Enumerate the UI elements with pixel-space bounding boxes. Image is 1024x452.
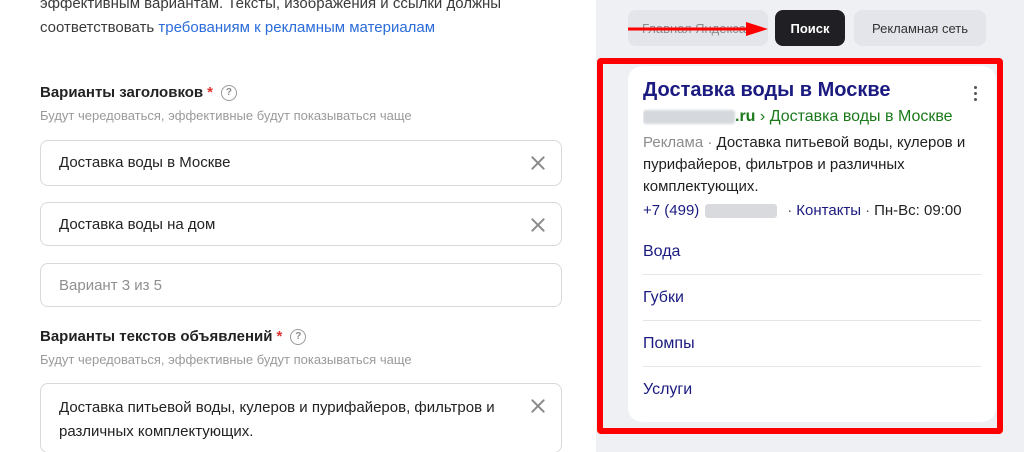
ad-contacts-line: +7 (499) · Контакты · Пн-Вс: 09:00 <box>643 202 962 219</box>
help-icon[interactable]: ? <box>220 84 237 101</box>
url-path: Доставка воды в Москве <box>769 108 953 125</box>
headline-input-2[interactable]: Доставка воды на дом <box>40 202 562 246</box>
tab-ad-network[interactable]: Рекламная сеть <box>854 10 986 46</box>
ad-form: эффективным вариантам. Тексты, изображен… <box>0 0 596 452</box>
headline-value-1: Доставка воды в Москве <box>59 154 231 171</box>
texts-title: Варианты текстов объявлений * ? <box>40 328 307 345</box>
domain-extension: .ru <box>735 108 756 125</box>
clear-icon[interactable] <box>529 216 547 234</box>
texts-hint: Будут чередоваться, эффективные будут по… <box>40 352 412 367</box>
ad-text-input-1[interactable]: Доставка питьевой воды, кулеров и пурифа… <box>40 383 562 452</box>
help-icon[interactable]: ? <box>290 328 307 345</box>
headlines-hint: Будут чередоваться, эффективные будут по… <box>40 108 412 123</box>
tab-search[interactable]: Поиск <box>775 10 845 46</box>
headlines-title: Варианты заголовков * ? <box>40 84 237 101</box>
ad-text-value-1: Доставка питьевой воды, кулеров и пурифа… <box>59 399 495 440</box>
url-separator: › <box>759 108 766 125</box>
sitelink-water[interactable]: Вода <box>643 229 981 275</box>
requirements-link[interactable]: требованиям к рекламным материалам <box>158 19 435 36</box>
texts-title-text: Варианты текстов объявлений <box>40 328 273 345</box>
sitelink-services[interactable]: Услуги <box>643 367 981 413</box>
clear-icon[interactable] <box>529 397 547 415</box>
more-options-icon[interactable] <box>974 86 978 102</box>
clear-icon[interactable] <box>529 154 547 172</box>
headline-input-1[interactable]: Доставка воды в Москве <box>40 140 562 186</box>
form-intro: эффективным вариантам. Тексты, изображен… <box>40 0 580 40</box>
ad-preview-panel: Главная Яндекса Поиск Рекламная сеть Дос… <box>596 0 1024 452</box>
required-mark: * <box>207 84 213 101</box>
headline-value-2: Доставка воды на дом <box>59 216 216 233</box>
ad-description: Реклама · Доставка питьевой воды, кулеро… <box>643 132 983 198</box>
ad-label: Реклама · <box>643 134 713 151</box>
phone-prefix[interactable]: +7 (499) <box>643 202 699 219</box>
ad-url[interactable]: .ru › Доставка воды в Москве <box>643 108 983 126</box>
working-hours: Пн-Вс: 09:00 <box>874 202 962 219</box>
hidden-domain <box>643 109 735 124</box>
hidden-phone <box>705 204 778 219</box>
contacts-link[interactable]: Контакты <box>796 202 861 219</box>
headline-input-3[interactable]: Вариант 3 из 5 <box>40 263 562 307</box>
headlines-title-text: Варианты заголовков <box>40 84 204 101</box>
sitelink-sponges[interactable]: Губки <box>643 275 981 321</box>
search-ad-preview: Доставка воды в Москве .ru › Доставка во… <box>628 66 996 422</box>
headline-placeholder: Вариант 3 из 5 <box>59 277 163 294</box>
pointer-arrow-icon <box>628 22 768 36</box>
sitelink-pumps[interactable]: Помпы <box>643 321 981 367</box>
required-mark: * <box>276 328 283 345</box>
ad-title[interactable]: Доставка воды в Москве <box>643 79 891 102</box>
